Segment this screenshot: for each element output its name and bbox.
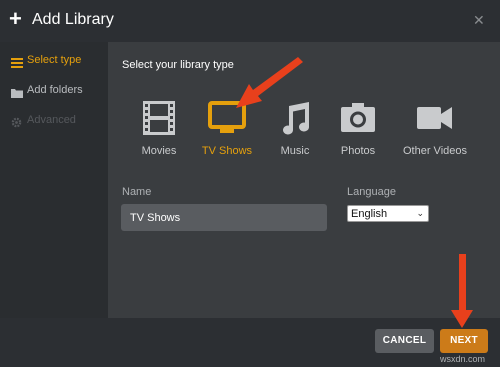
section-heading: Select your library type — [122, 59, 234, 71]
library-type-label: Photos — [340, 145, 376, 157]
sidebar-item-label: Add folders — [27, 84, 83, 96]
close-icon[interactable]: ✕ — [473, 12, 485, 29]
language-selected-value: English — [351, 208, 388, 220]
library-type-movies[interactable]: Movies — [124, 100, 194, 160]
language-label: Language — [347, 186, 396, 198]
gear-icon — [11, 115, 23, 128]
sidebar-item-label: Advanced — [27, 114, 76, 126]
library-type-label: Other Videos — [402, 145, 467, 157]
library-type-label: TV Shows — [201, 145, 253, 157]
tv-icon — [208, 101, 246, 133]
music-note-icon — [283, 102, 309, 135]
library-type-panel: Select your library type Movies TV Shows — [108, 42, 500, 318]
dialog-title: Add Library — [32, 11, 114, 28]
library-name-input[interactable] — [121, 204, 327, 231]
library-type-tv-shows[interactable]: TV Shows — [192, 100, 262, 160]
folder-icon — [11, 85, 23, 98]
language-select[interactable]: English ⌄ — [347, 205, 429, 222]
sidebar-item-add-folders[interactable]: Add folders — [0, 81, 108, 101]
select-type-icon — [11, 55, 23, 68]
sidebar: Select type Add folders Advanced — [0, 42, 108, 318]
library-type-label: Movies — [141, 145, 177, 157]
watermark: wsxdn.com — [440, 354, 486, 364]
sidebar-item-advanced: Advanced — [0, 111, 108, 131]
video-camera-icon — [417, 107, 452, 129]
cancel-button[interactable]: CANCEL — [375, 329, 434, 353]
library-type-photos[interactable]: Photos — [323, 100, 393, 160]
library-type-label: Music — [280, 145, 310, 157]
next-button[interactable]: NEXT — [440, 329, 488, 353]
chevron-down-icon: ⌄ — [416, 208, 424, 218]
dialog-header: + Add Library ✕ — [0, 0, 500, 42]
plus-icon: + — [9, 6, 22, 31]
library-type-music[interactable]: Music — [260, 100, 330, 160]
library-type-other-videos[interactable]: Other Videos — [398, 100, 472, 160]
sidebar-item-label: Select type — [27, 54, 82, 66]
camera-icon — [341, 103, 375, 132]
sidebar-item-select-type[interactable]: Select type — [0, 51, 108, 71]
film-icon — [143, 101, 175, 135]
dialog-footer: CANCEL NEXT wsxdn.com — [0, 318, 500, 367]
name-label: Name — [122, 186, 152, 198]
